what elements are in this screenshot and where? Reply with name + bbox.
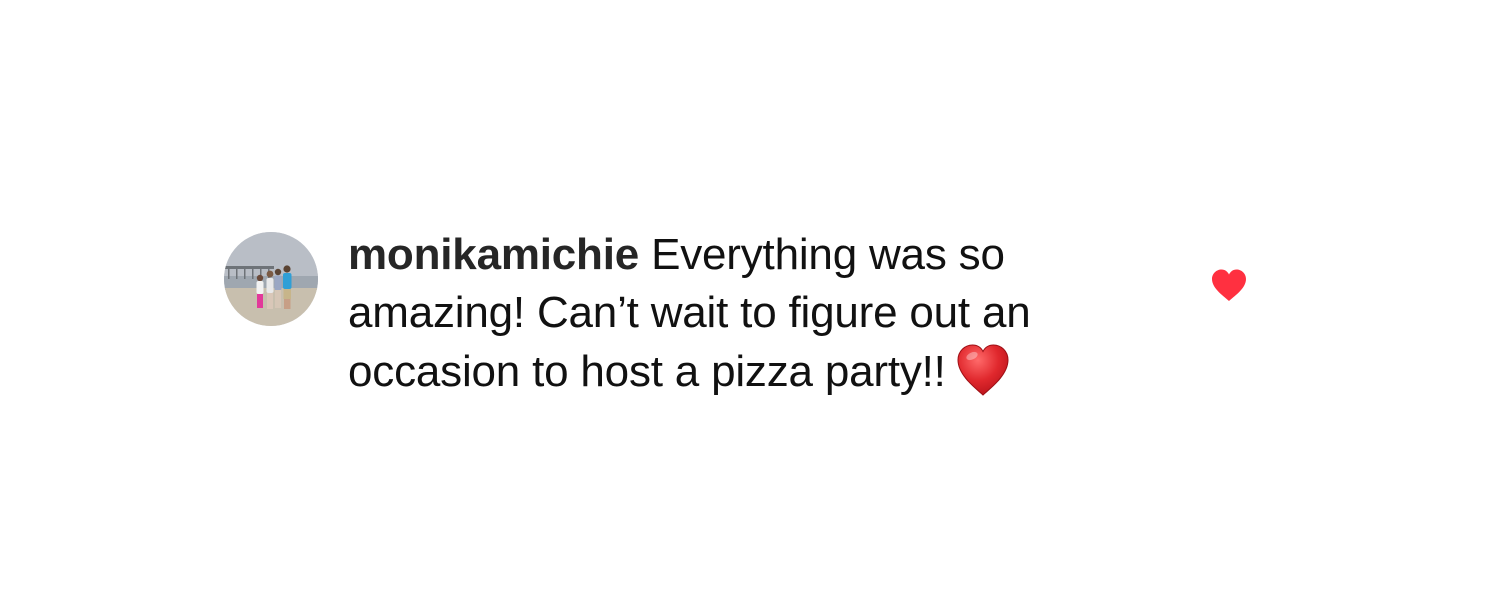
comment-username[interactable]: monikamichie bbox=[348, 230, 639, 279]
comment-body: monikamichie Everything was so amazing! … bbox=[348, 226, 1148, 413]
like-button[interactable] bbox=[1210, 268, 1248, 304]
heart-filled-icon bbox=[1212, 269, 1246, 301]
comment-screen: monikamichie Everything was so amazing! … bbox=[0, 0, 1501, 608]
comment-item: monikamichie Everything was so amazing! … bbox=[224, 226, 1254, 406]
user-avatar[interactable] bbox=[224, 232, 318, 326]
avatar-photo bbox=[224, 232, 318, 326]
red-heart-emoji-icon bbox=[954, 342, 1012, 413]
